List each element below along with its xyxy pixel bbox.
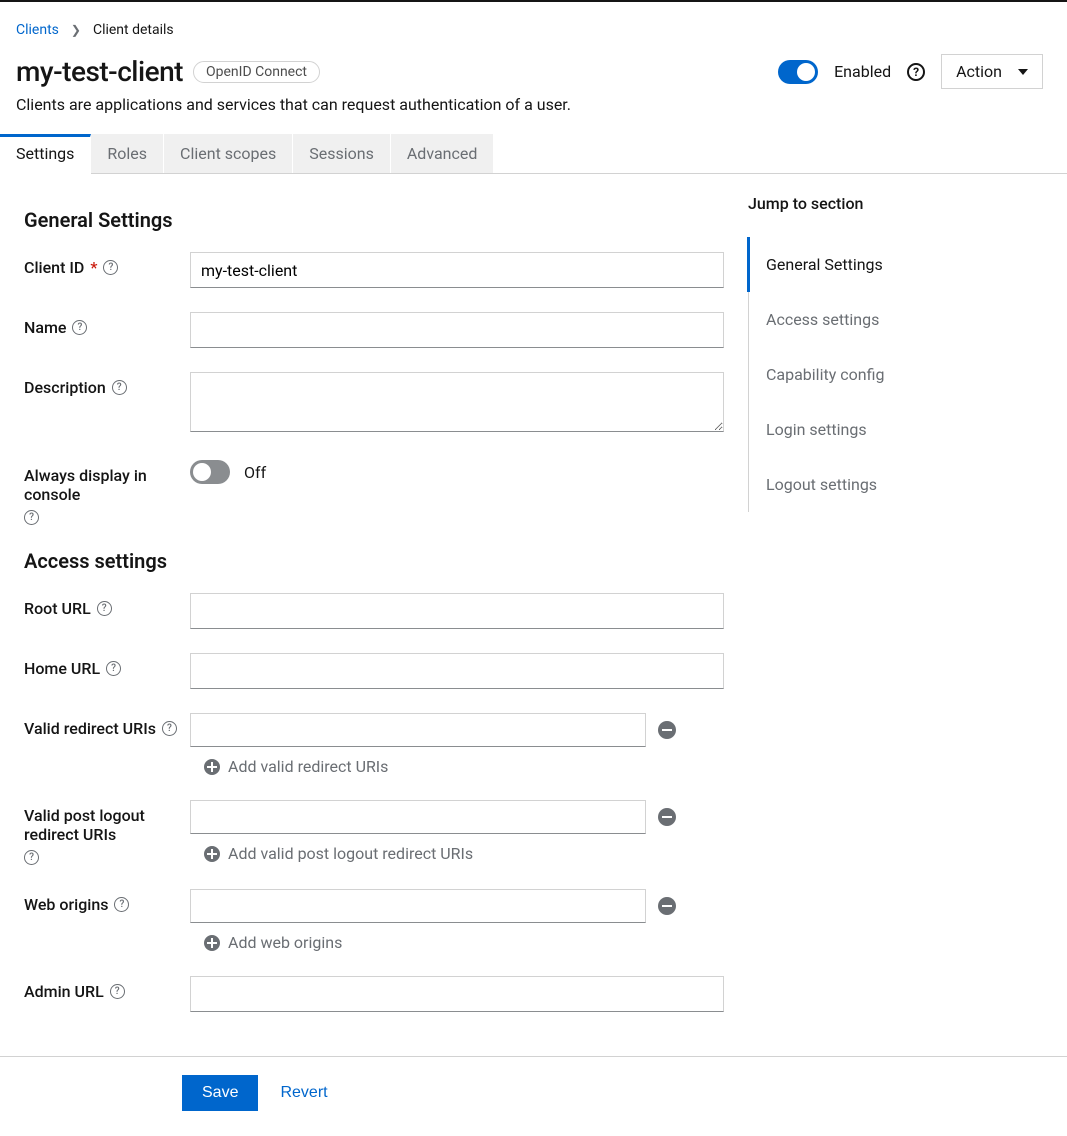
tab-sessions[interactable]: Sessions	[293, 134, 391, 173]
breadcrumb: Clients ❯ Client details	[16, 22, 1043, 38]
section-general-title: General Settings	[24, 208, 724, 232]
remove-icon[interactable]	[658, 808, 676, 826]
add-redirect-uri-button[interactable]: Add valid redirect URIs	[204, 757, 724, 776]
jump-item-access[interactable]: Access settings	[747, 292, 1024, 347]
jump-section-title: Jump to section	[748, 194, 1024, 213]
action-dropdown[interactable]: Action	[941, 54, 1043, 89]
admin-url-input[interactable]	[190, 976, 724, 1012]
web-origins-label: Web origins ?	[24, 889, 190, 914]
breadcrumb-current: Client details	[93, 22, 174, 38]
home-url-label: Home URL ?	[24, 653, 190, 678]
help-icon[interactable]: ?	[24, 510, 39, 525]
action-dropdown-label: Action	[956, 62, 1002, 81]
post-logout-uri-input[interactable]	[190, 800, 646, 834]
description-input[interactable]	[190, 372, 724, 432]
add-post-logout-uri-button[interactable]: Add valid post logout redirect URIs	[204, 844, 724, 863]
page-subtitle: Clients are applications and services th…	[16, 95, 1043, 114]
home-url-input[interactable]	[190, 653, 724, 689]
redirect-uris-label: Valid redirect URIs ?	[24, 713, 190, 738]
help-icon[interactable]: ?	[907, 63, 925, 81]
caret-down-icon	[1018, 69, 1028, 75]
help-icon[interactable]: ?	[103, 260, 118, 275]
remove-icon[interactable]	[658, 721, 676, 739]
remove-icon[interactable]	[658, 897, 676, 915]
always-display-label: Always display in console ?	[24, 460, 190, 525]
plus-icon	[204, 759, 220, 775]
page-title: my-test-client	[16, 55, 183, 88]
help-icon[interactable]: ?	[110, 984, 125, 999]
root-url-label: Root URL ?	[24, 593, 190, 618]
breadcrumb-parent-link[interactable]: Clients	[16, 22, 59, 38]
client-id-label: Client ID * ?	[24, 252, 190, 277]
revert-button[interactable]: Revert	[280, 1084, 327, 1102]
help-icon[interactable]: ?	[72, 320, 87, 335]
add-web-origins-button[interactable]: Add web origins	[204, 933, 724, 952]
jump-item-logout[interactable]: Logout settings	[747, 457, 1024, 512]
tab-advanced[interactable]: Advanced	[391, 134, 495, 173]
help-icon[interactable]: ?	[114, 897, 129, 912]
help-icon[interactable]: ?	[106, 661, 121, 676]
enabled-toggle[interactable]	[778, 60, 818, 84]
admin-url-label: Admin URL ?	[24, 976, 190, 1001]
help-icon[interactable]: ?	[162, 721, 177, 736]
jump-nav: General Settings Access settings Capabil…	[748, 237, 1024, 512]
tab-settings[interactable]: Settings	[0, 134, 91, 174]
help-icon[interactable]: ?	[112, 380, 127, 395]
always-display-toggle[interactable]	[190, 460, 230, 484]
help-icon[interactable]: ?	[97, 601, 112, 616]
tab-roles[interactable]: Roles	[91, 134, 164, 173]
jump-item-capability[interactable]: Capability config	[747, 347, 1024, 402]
web-origins-input[interactable]	[190, 889, 646, 923]
name-input[interactable]	[190, 312, 724, 348]
description-label: Description ?	[24, 372, 190, 397]
plus-icon	[204, 935, 220, 951]
name-label: Name ?	[24, 312, 190, 337]
save-button[interactable]: Save	[182, 1075, 258, 1111]
tabs: Settings Roles Client scopes Sessions Ad…	[0, 134, 1067, 174]
always-display-status: Off	[244, 463, 266, 482]
jump-item-login[interactable]: Login settings	[747, 402, 1024, 457]
root-url-input[interactable]	[190, 593, 724, 629]
protocol-badge: OpenID Connect	[193, 61, 320, 83]
client-id-input[interactable]	[190, 252, 724, 288]
help-icon[interactable]: ?	[24, 850, 39, 865]
redirect-uri-input[interactable]	[190, 713, 646, 747]
chevron-right-icon: ❯	[71, 23, 81, 37]
enabled-label: Enabled	[834, 62, 891, 81]
tab-client-scopes[interactable]: Client scopes	[164, 134, 293, 173]
post-logout-uris-label: Valid post logout redirect URIs ?	[24, 800, 190, 865]
plus-icon	[204, 846, 220, 862]
section-access-title: Access settings	[24, 549, 724, 573]
required-indicator: *	[90, 258, 97, 277]
jump-item-general[interactable]: General Settings	[747, 237, 1024, 292]
